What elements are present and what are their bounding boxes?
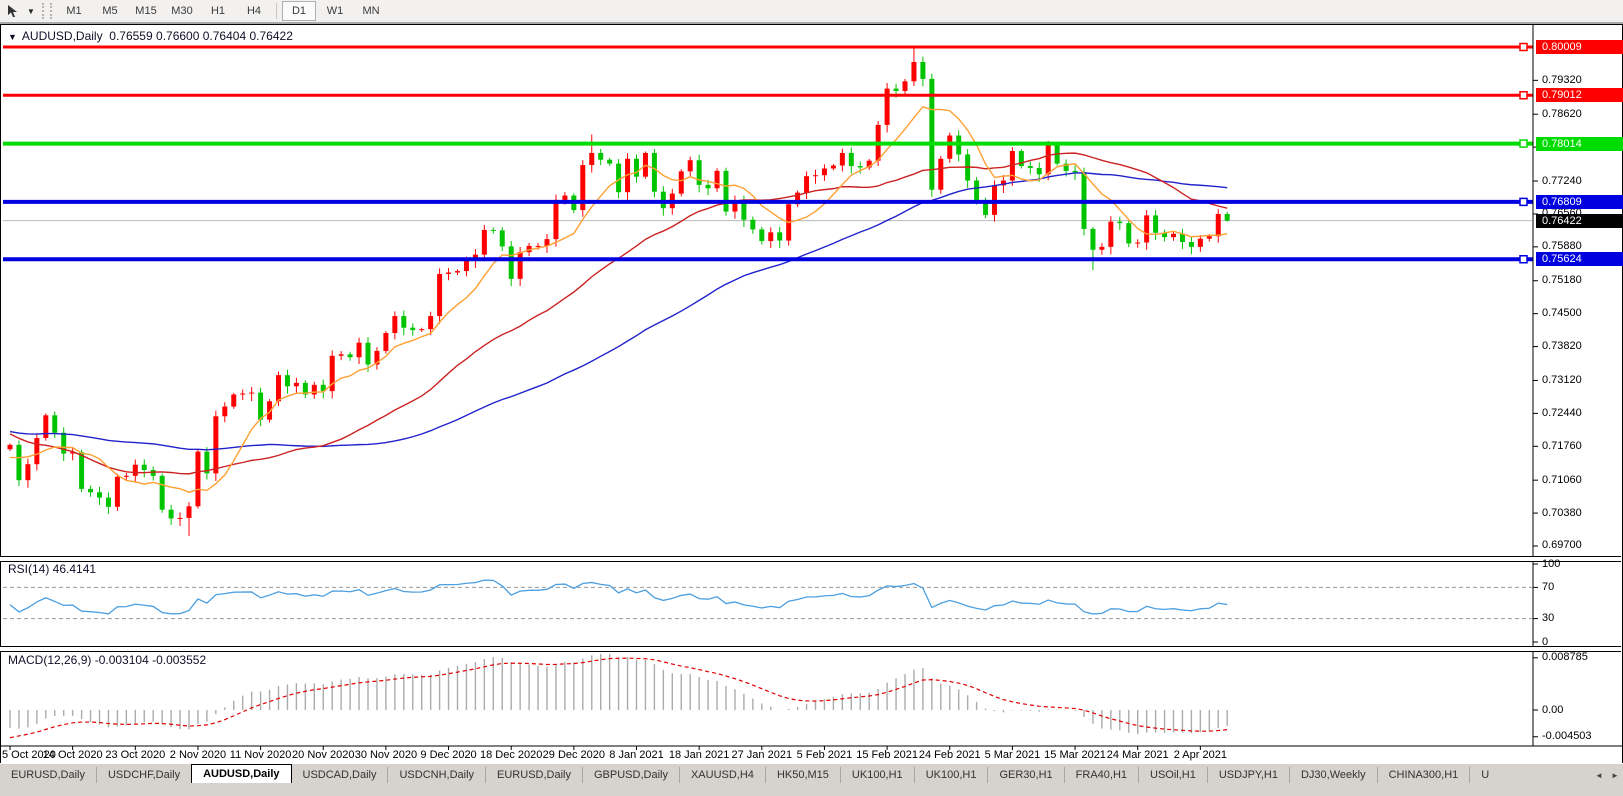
ohlc-high: 0.76600 bbox=[156, 29, 200, 43]
collapse-triangle-icon[interactable]: ▼ bbox=[8, 32, 17, 42]
chart-title: ▼ AUDUSD,Daily 0.76559 0.76600 0.76404 0.… bbox=[8, 29, 293, 43]
pane-splitter-main-rsi[interactable] bbox=[0, 556, 1621, 562]
ohlc-close: 0.76422 bbox=[249, 29, 293, 43]
ohlc-low: 0.76404 bbox=[202, 29, 247, 43]
chart-canvas[interactable] bbox=[0, 0, 1623, 796]
rsi-indicator-label: RSI(14) 46.4141 bbox=[8, 562, 97, 576]
ohlc-open: 0.76559 bbox=[109, 29, 153, 43]
macd-indicator-label: MACD(12,26,9) -0.003104 -0.003552 bbox=[8, 653, 207, 667]
chart-symbol: AUDUSD,Daily bbox=[21, 29, 103, 43]
pane-splitter-rsi-macd[interactable] bbox=[0, 646, 1621, 652]
